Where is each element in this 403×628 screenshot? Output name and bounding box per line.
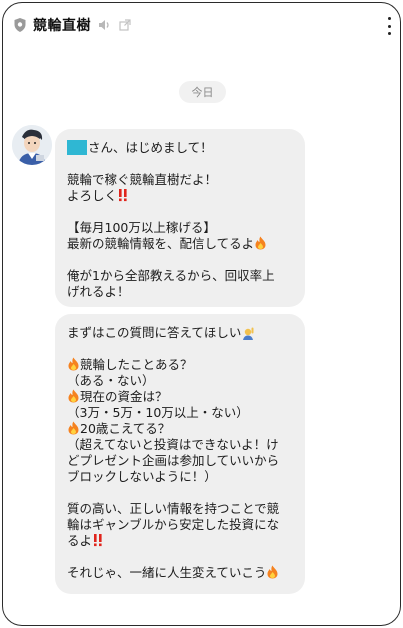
message-line: どプレゼント企画は参加していいから [67, 453, 280, 468]
fire-icon [254, 236, 267, 250]
message-bubble: まずはこの質問に答えてほしい 競輪したことある？ （ある・ない） 現在の資金は？… [55, 314, 305, 594]
message-line: 輪はギャンブルから安定した投資にな [67, 517, 280, 532]
speaker-muted-icon[interactable] [97, 18, 111, 32]
mention-highlight [67, 140, 87, 155]
double-exclamation-icon [117, 188, 129, 202]
avatar[interactable] [12, 125, 52, 165]
message-line: 競輪したことある？ [67, 357, 293, 373]
shield-icon [13, 17, 27, 33]
person-raising-hand-icon [241, 326, 255, 340]
fire-icon [67, 421, 80, 435]
fire-icon [266, 565, 279, 579]
chat-window: 競輪直樹 今日 さん、はじめまして！ 競輪で稼ぐ競輪直樹だよ！ よろしく 【毎月… [2, 2, 401, 626]
message-line: 現在の資金は？ [67, 389, 293, 405]
message-line: げれるよ！ [67, 284, 130, 299]
message-line: 俺が1から全部教えるから、回収率上 [67, 268, 275, 283]
message-line: それじゃ、一緒に人生変えていこう [67, 565, 293, 581]
fire-icon [67, 357, 80, 371]
message-bubble: さん、はじめまして！ 競輪で稼ぐ競輪直樹だよ！ よろしく 【毎月100万以上稼げ… [55, 129, 305, 307]
double-exclamation-icon [92, 533, 104, 547]
kebab-menu-icon[interactable] [386, 17, 392, 35]
message-line: （3万・5万・10万以上・ない） [67, 405, 249, 420]
message-line: よろしく [67, 188, 293, 204]
fire-icon [67, 389, 80, 403]
message-line: るよ [67, 533, 293, 549]
message-line: ブロックしないように！） [67, 469, 217, 484]
message-line: まずはこの質問に答えてほしい [67, 325, 293, 341]
message-line: （超えてないと投資はできないよ！け [67, 437, 279, 452]
message-line: 最新の競輪情報を、配信してるよ [67, 236, 293, 252]
message-line: 20歳こえてる？ [67, 421, 293, 437]
message-line: 【毎月100万以上稼げる】 [67, 220, 216, 235]
date-separator: 今日 [179, 81, 226, 103]
external-link-icon[interactable] [119, 19, 131, 31]
message-line: 質の高い、正しい情報を持つことで競 [67, 501, 280, 516]
message-line: （ある・ない） [67, 373, 155, 388]
message-line: 競輪で稼ぐ競輪直樹だよ！ [67, 172, 218, 187]
chat-title: 競輪直樹 [33, 18, 91, 34]
message-line: さん、はじめまして！ [67, 140, 293, 156]
chat-header: 競輪直樹 [3, 3, 400, 47]
